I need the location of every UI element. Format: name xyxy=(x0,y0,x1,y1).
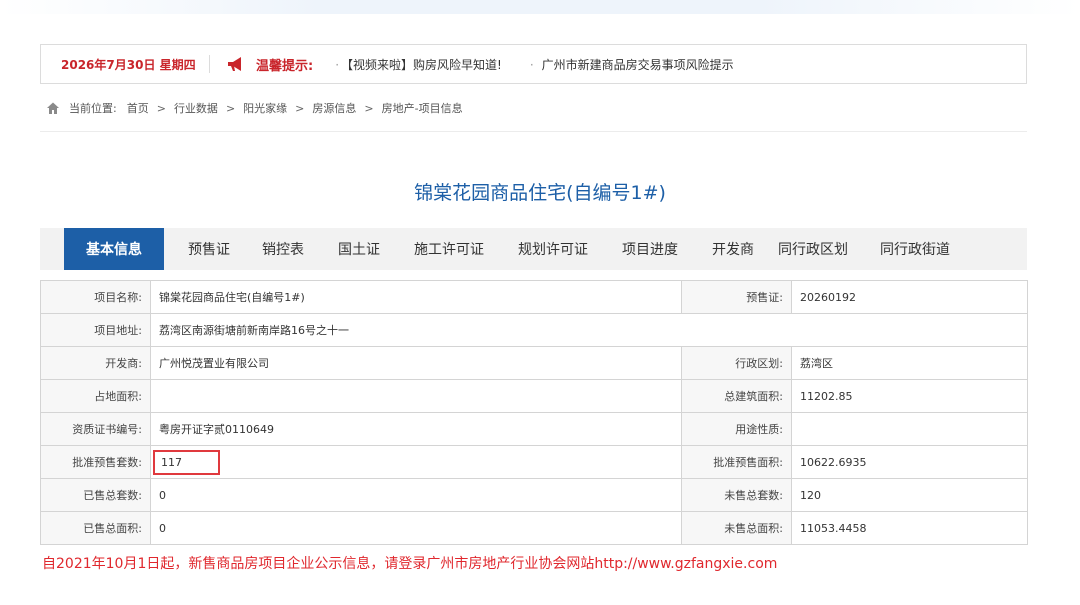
label-land-area: 占地面积: xyxy=(40,379,151,413)
tab-sales-control[interactable]: 销控表 xyxy=(262,228,304,270)
project-info-table: 项目名称: 锦棠花园商品住宅(自编号1#) 预售证: 20260192 项目地址… xyxy=(40,280,1028,545)
value-usage xyxy=(791,412,1028,446)
label-district: 行政区划: xyxy=(681,346,792,380)
table-row: 项目名称: 锦棠花园商品住宅(自编号1#) 预售证: 20260192 xyxy=(40,280,1028,314)
notice-label: 温馨提示: xyxy=(256,58,314,74)
divider xyxy=(40,131,1027,132)
value-sold-area: 0 xyxy=(150,511,682,545)
label-usage: 用途性质: xyxy=(681,412,792,446)
value-unsold-area: 11053.4458 xyxy=(791,511,1028,545)
tab-planning-permit[interactable]: 规划许可证 xyxy=(518,228,588,270)
label-qualification: 资质证书编号: xyxy=(40,412,151,446)
breadcrumb-home[interactable]: 首页 xyxy=(127,100,149,116)
label-developer: 开发商: xyxy=(40,346,151,380)
label-unsold-units: 未售总套数: xyxy=(681,478,792,512)
label-sold-units: 已售总套数: xyxy=(40,478,151,512)
notice-bar: 2026年7月30日 星期四 温馨提示: · 【视频来啦】购房风险早知道! · 广州… xyxy=(40,44,1027,84)
table-row: 开发商: 广州悦茂置业有限公司 行政区划: 荔湾区 xyxy=(40,346,1028,380)
notice-divider xyxy=(209,55,210,73)
label-project-name: 项目名称: xyxy=(40,280,151,314)
value-qualification: 粤房开证字贰0110649 xyxy=(150,412,682,446)
highlight-box: 117 xyxy=(153,449,220,475)
footer-notice: 自2021年10月1日起，新售商品房项目企业公示信息，请登录广州市房地产行业协会… xyxy=(42,556,778,572)
value-district: 荔湾区 xyxy=(791,346,1028,380)
breadcrumb: 当前位置: 首页 > 行业数据 > 阳光家缘 > 房源信息 > 房地产-项目信息 xyxy=(46,100,463,116)
table-row: 项目地址: 荔湾区南源街塘前新南岸路16号之十一 xyxy=(40,313,1028,347)
label-approved-units: 批准预售套数: xyxy=(40,445,151,479)
value-approved-units-cell: 117 xyxy=(150,445,682,479)
breadcrumb-separator: > xyxy=(364,101,374,115)
table-row: 批准预售套数: 117 批准预售面积: 10622.6935 xyxy=(40,445,1028,479)
label-unsold-area: 未售总面积: xyxy=(681,511,792,545)
breadcrumb-sunshine-home[interactable]: 阳光家缘 xyxy=(243,100,287,116)
tab-project-progress[interactable]: 项目进度 xyxy=(622,228,678,270)
value-land-area xyxy=(150,379,682,413)
value-address: 荔湾区南源街塘前新南岸路16号之十一 xyxy=(150,313,1028,347)
tab-construction-permit[interactable]: 施工许可证 xyxy=(414,228,484,270)
top-banner-fade xyxy=(0,0,1080,14)
notice-link-video[interactable]: · 【视频来啦】购房风险早知道! xyxy=(335,56,502,73)
label-address: 项目地址: xyxy=(40,313,151,347)
tab-bar: 基本信息 预售证 销控表 国土证 施工许可证 规划许可证 项目进度 开发商 同行… xyxy=(40,228,1027,270)
breadcrumb-industry-data[interactable]: 行业数据 xyxy=(174,100,218,116)
tab-land-cert[interactable]: 国土证 xyxy=(338,228,380,270)
tab-presale-cert[interactable]: 预售证 xyxy=(188,228,230,270)
label-total-building-area: 总建筑面积: xyxy=(681,379,792,413)
notice-date: 2026年7月30日 星期四 xyxy=(61,57,196,72)
value-developer: 广州悦茂置业有限公司 xyxy=(150,346,682,380)
breadcrumb-separator: > xyxy=(156,101,166,115)
table-row: 占地面积: 总建筑面积: 11202.85 xyxy=(40,379,1028,413)
table-row: 资质证书编号: 粤房开证字贰0110649 用途性质: xyxy=(40,412,1028,446)
notice-link-risk[interactable]: · 广州市新建商品房交易事项风险提示 xyxy=(530,56,734,73)
megaphone-icon xyxy=(226,55,246,73)
breadcrumb-separator: > xyxy=(225,101,236,115)
tab-same-street[interactable]: 同行政街道 xyxy=(880,228,950,270)
breadcrumb-separator: > xyxy=(295,101,305,115)
breadcrumb-current: 房地产-项目信息 xyxy=(381,102,463,115)
table-row: 已售总套数: 0 未售总套数: 120 xyxy=(40,478,1028,512)
table-row: 已售总面积: 0 未售总面积: 11053.4458 xyxy=(40,511,1028,545)
tab-basic-info[interactable]: 基本信息 xyxy=(64,228,164,270)
page-title: 锦棠花园商品住宅(自编号1#) xyxy=(414,182,666,204)
breadcrumb-prefix: 当前位置: xyxy=(69,102,117,115)
value-total-building-area: 11202.85 xyxy=(791,379,1028,413)
label-approved-area: 批准预售面积: xyxy=(681,445,792,479)
label-presale-cert: 预售证: xyxy=(681,280,792,314)
value-project-name: 锦棠花园商品住宅(自编号1#) xyxy=(150,280,682,314)
value-approved-area: 10622.6935 xyxy=(791,445,1028,479)
tab-same-district[interactable]: 同行政区划 xyxy=(778,228,848,270)
value-unsold-units: 120 xyxy=(791,478,1028,512)
value-presale-cert: 20260192 xyxy=(791,280,1028,314)
tab-developer[interactable]: 开发商 xyxy=(712,228,754,270)
home-icon xyxy=(46,101,60,115)
value-sold-units: 0 xyxy=(150,478,682,512)
label-sold-area: 已售总面积: xyxy=(40,511,151,545)
breadcrumb-listings[interactable]: 房源信息 xyxy=(312,100,356,116)
